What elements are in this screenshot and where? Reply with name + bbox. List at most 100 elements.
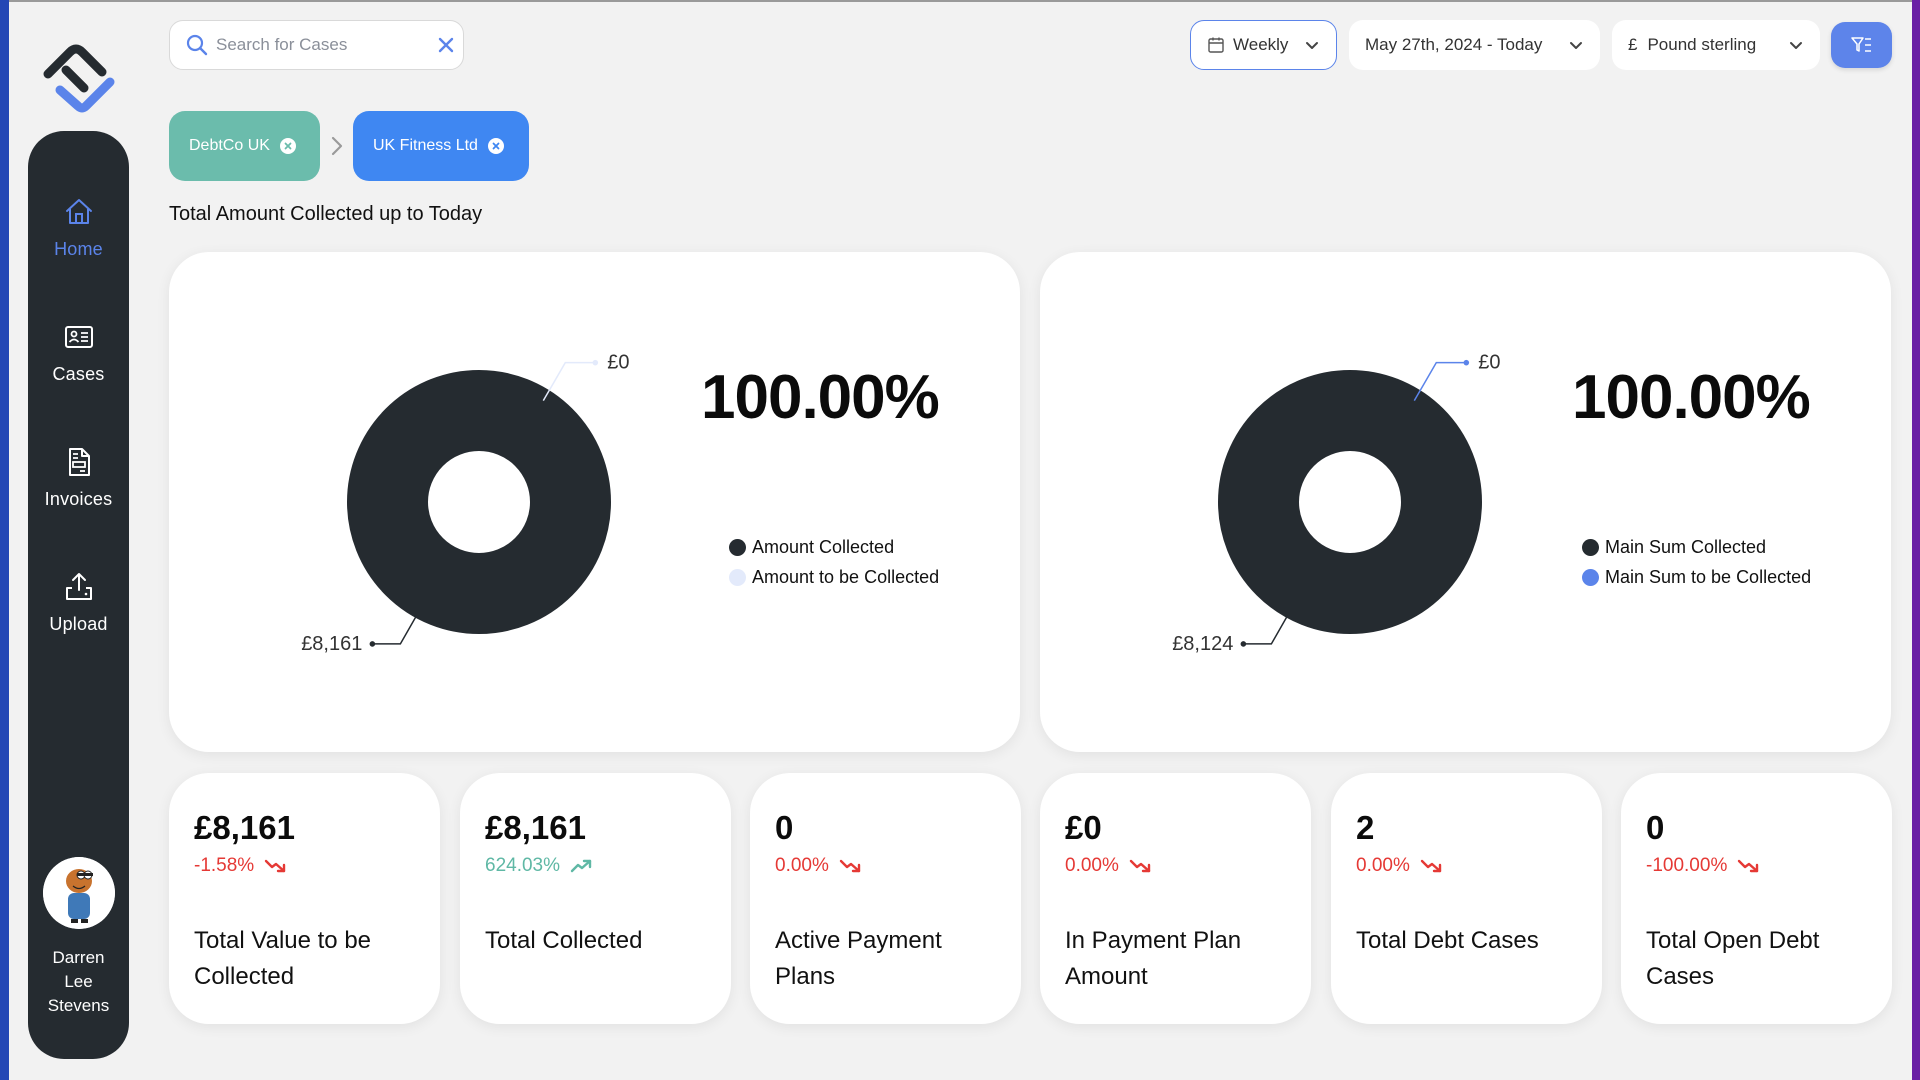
legend-item[interactable]: Main Sum to be Collected xyxy=(1582,562,1811,592)
main-sum-collected-card: £8,124 £0 100.00% Main Sum Collected Main… xyxy=(1040,252,1891,752)
stat-card-active-payment-plans[interactable]: 0 0.00% Active Payment Plans xyxy=(750,773,1021,1024)
main-sum-percentage: 100.00% xyxy=(1572,363,1811,432)
trend-down-icon xyxy=(1420,859,1442,873)
stat-change-value: 0.00% xyxy=(775,855,829,876)
avatar[interactable] xyxy=(43,857,115,929)
amount-collected-donut: £8,161 £0 xyxy=(301,352,629,655)
stat-label: Total Collected xyxy=(485,927,643,954)
trend-down-icon xyxy=(839,859,861,873)
search-icon xyxy=(186,34,208,56)
filter-button[interactable] xyxy=(1831,22,1892,68)
trend-down-icon xyxy=(1129,859,1151,873)
calendar-icon xyxy=(1208,37,1224,53)
stat-change-value: 624.03% xyxy=(485,855,561,876)
filter-list-icon xyxy=(1850,37,1871,52)
stat-label: Total Value to be Collected xyxy=(194,927,372,990)
stat-value: 2 xyxy=(1356,809,1375,846)
remove-chip-icon[interactable] xyxy=(487,138,504,154)
currency-dropdown[interactable]: £ Pound sterling xyxy=(1612,20,1820,70)
stat-label: Total Open Debt Cases xyxy=(1646,927,1820,990)
stat-card-total-collected[interactable]: £8,161 624.03% Total Collected xyxy=(460,773,731,1024)
sidebar-item-label: Home xyxy=(54,239,103,259)
stat-change-value: 0.00% xyxy=(1065,855,1119,876)
legend-item[interactable]: Amount Collected xyxy=(729,532,939,562)
sidebar-item-cases[interactable]: Cases xyxy=(28,320,129,420)
stat-change: -100.00% xyxy=(1646,855,1761,877)
date-range-value: May 27th, 2024 - Today xyxy=(1365,35,1543,54)
stat-value: £8,161 xyxy=(485,809,586,846)
date-range-dropdown[interactable]: May 27th, 2024 - Today xyxy=(1349,20,1600,70)
main-sum-collected-donut: £8,124 £0 xyxy=(1172,352,1500,655)
legend-item[interactable]: Main Sum Collected xyxy=(1582,532,1811,562)
stat-change: 0.00% xyxy=(1356,855,1444,877)
trend-down-icon xyxy=(265,859,286,873)
leader-line xyxy=(1243,615,1289,645)
user-name-line: Stevens xyxy=(47,996,110,1015)
legend-label: Amount to be Collected xyxy=(752,566,940,587)
home-icon xyxy=(65,199,92,224)
chevron-down-icon xyxy=(1306,42,1318,49)
sidebar-item-label: Cases xyxy=(52,364,105,384)
remove-chip-icon[interactable] xyxy=(279,138,296,154)
leader-line xyxy=(372,615,418,645)
legend-label: Amount Collected xyxy=(752,536,895,557)
legend-label: Main Sum to be Collected xyxy=(1605,566,1812,587)
search-input[interactable] xyxy=(216,35,437,55)
stat-label: Total Debt Cases xyxy=(1356,927,1539,954)
legend-item[interactable]: Amount to be Collected xyxy=(729,562,939,592)
brand-logo-icon[interactable] xyxy=(40,40,120,120)
trend-up-icon xyxy=(570,859,592,873)
stat-value: 0 xyxy=(775,809,794,846)
user-name-line: Lee xyxy=(64,972,93,991)
stat-change-value: 0.00% xyxy=(1356,855,1410,876)
breadcrumb-chip-debtco[interactable]: DebtCo UK xyxy=(169,111,320,181)
sidebar-item-invoices[interactable]: Invoices xyxy=(28,445,129,545)
leader-dot xyxy=(369,641,376,647)
window-left-border xyxy=(0,0,9,1080)
donut-value-label: £8,161 xyxy=(301,633,362,655)
stat-value: £0 xyxy=(1065,809,1102,846)
clear-search-icon[interactable] xyxy=(437,36,455,54)
user-name: Darren Lee Stevens xyxy=(28,946,129,1018)
stat-value: £8,161 xyxy=(194,809,295,846)
legend-dot-icon xyxy=(1582,538,1599,556)
donut-slice[interactable] xyxy=(1218,370,1482,634)
chart-legend: Main Sum Collected Main Sum to be Collec… xyxy=(1582,532,1811,592)
legend-dot-icon xyxy=(1582,568,1599,586)
sidebar-item-upload[interactable]: Upload xyxy=(28,570,129,670)
period-dropdown[interactable]: Weekly xyxy=(1190,20,1337,70)
document-icon xyxy=(68,448,90,476)
stat-card-open-debt-cases[interactable]: 0 -100.00% Total Open Debt Cases xyxy=(1621,773,1892,1024)
legend-dot-icon xyxy=(729,568,746,586)
amount-collected-card: £8,161 £0 100.00% Amount Collected Amount… xyxy=(169,252,1020,752)
user-avatar-illustration-icon xyxy=(43,857,115,929)
stat-change: -1.58% xyxy=(194,855,288,877)
stat-card-total-value[interactable]: £8,161 -1.58% Total Value to be Collecte… xyxy=(169,773,440,1024)
stat-change: 0.00% xyxy=(775,855,863,877)
chevron-right-icon xyxy=(331,136,343,156)
sidebar-item-label: Upload xyxy=(49,614,108,634)
currency-value: Pound sterling xyxy=(1647,35,1757,54)
breadcrumb-chip-label: DebtCo UK xyxy=(189,137,270,154)
upload-icon xyxy=(65,573,92,600)
stat-change: 624.03% xyxy=(485,855,594,877)
stat-change-value: -100.00% xyxy=(1646,855,1728,876)
stat-label: Active Payment Plans xyxy=(775,927,942,990)
breadcrumb-chip-uk-fitness[interactable]: UK Fitness Ltd xyxy=(353,111,529,181)
trend-down-icon xyxy=(1738,859,1759,873)
chevron-down-icon xyxy=(1790,42,1802,49)
sidebar-item-label: Invoices xyxy=(44,489,113,509)
stat-value: 0 xyxy=(1646,809,1665,846)
id-card-icon xyxy=(64,326,93,348)
legend-dot-icon xyxy=(729,538,746,556)
leader-dot xyxy=(1463,359,1470,366)
search-box xyxy=(169,20,464,70)
stat-card-total-debt-cases[interactable]: 2 0.00% Total Debt Cases xyxy=(1331,773,1602,1024)
section-title: Total Amount Collected up to Today xyxy=(169,203,483,225)
stat-card-payment-plan-amount[interactable]: £0 0.00% In Payment Plan Amount xyxy=(1040,773,1311,1024)
sidebar: Home Cases Invoices Upload Darren Lee St… xyxy=(28,131,129,1059)
donut-slice[interactable] xyxy=(347,370,611,634)
sidebar-item-home[interactable]: Home xyxy=(28,195,129,295)
leader-dot xyxy=(592,359,599,366)
chart-legend: Amount Collected Amount to be Collected xyxy=(729,532,939,592)
